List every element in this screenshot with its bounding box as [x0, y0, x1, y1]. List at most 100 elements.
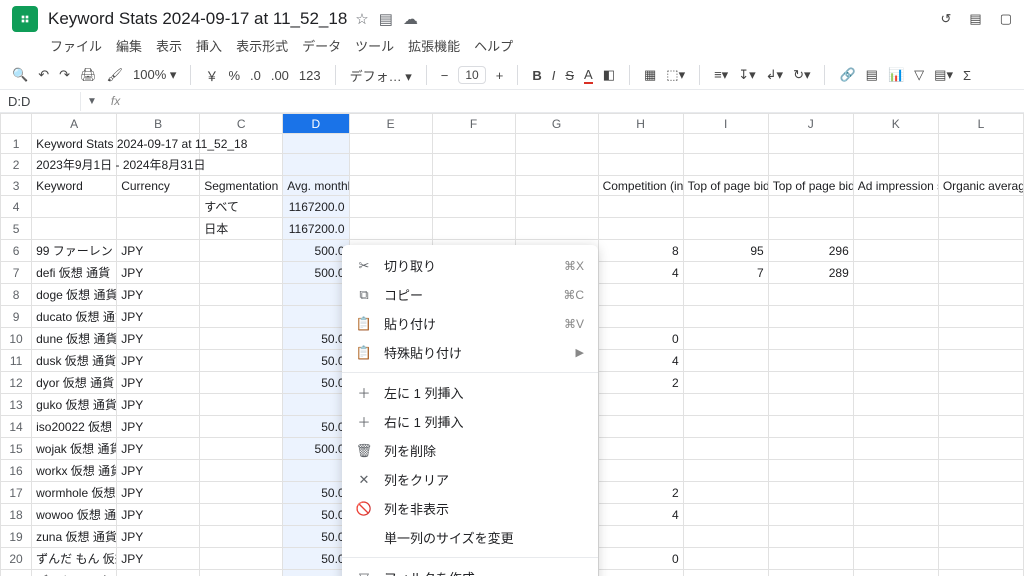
cell[interactable]	[853, 504, 938, 526]
cell[interactable]: JPY	[117, 350, 200, 372]
cell[interactable]: 50.0	[283, 526, 349, 548]
row-header[interactable]: 17	[1, 482, 32, 504]
menu-extensions[interactable]: 拡張機能	[408, 36, 460, 55]
cell[interactable]	[432, 218, 515, 240]
cm-resize-column[interactable]: 単一列のサイズを変更	[342, 523, 598, 552]
cell[interactable]: JPY	[117, 570, 200, 576]
cell[interactable]: Ad impression sh	[853, 176, 938, 196]
row-header[interactable]: 15	[1, 438, 32, 460]
cell[interactable]	[938, 154, 1023, 176]
fill-color-button[interactable]: ◧	[603, 67, 615, 83]
cell[interactable]: dune 仮想 通貨	[32, 328, 117, 350]
cell[interactable]	[768, 154, 853, 176]
cm-insert-right[interactable]: ＋右に 1 列挿入	[342, 407, 598, 436]
cell[interactable]	[349, 218, 432, 240]
cell[interactable]	[32, 196, 117, 218]
row-header[interactable]: 1	[1, 134, 32, 154]
cell[interactable]	[349, 176, 432, 196]
cell[interactable]	[853, 328, 938, 350]
cell[interactable]	[515, 134, 598, 154]
cell[interactable]	[938, 284, 1023, 306]
row-header[interactable]: 13	[1, 394, 32, 416]
cell[interactable]	[768, 416, 853, 438]
column-header-C[interactable]: C	[200, 114, 283, 134]
cell[interactable]	[200, 328, 283, 350]
cell[interactable]	[349, 154, 432, 176]
cell[interactable]	[200, 284, 283, 306]
cell[interactable]	[853, 134, 938, 154]
cell[interactable]: 4	[598, 350, 683, 372]
cell[interactable]	[768, 504, 853, 526]
borders-button[interactable]: ▦	[644, 67, 656, 83]
cell[interactable]: JPY	[117, 328, 200, 350]
cell[interactable]	[853, 460, 938, 482]
cell[interactable]	[598, 394, 683, 416]
decrease-font-button[interactable]: −	[441, 68, 449, 83]
cell[interactable]	[938, 350, 1023, 372]
cell[interactable]	[683, 218, 768, 240]
cell[interactable]	[853, 350, 938, 372]
cell[interactable]: 50.0	[283, 416, 349, 438]
cell[interactable]: 50.0	[283, 372, 349, 394]
cell[interactable]: 2023年9月1日 - 2024年8月31日	[32, 154, 117, 176]
cell[interactable]	[200, 154, 283, 176]
row-header[interactable]: 4	[1, 196, 32, 218]
cell[interactable]	[683, 394, 768, 416]
cell[interactable]	[200, 438, 283, 460]
cell[interactable]: ずんだ もん 仮想	[32, 548, 117, 570]
cell[interactable]: 95	[683, 240, 768, 262]
cm-cut[interactable]: ✂切り取り⌘X	[342, 251, 598, 280]
cell[interactable]	[853, 570, 938, 576]
cell[interactable]	[598, 284, 683, 306]
cell[interactable]	[432, 154, 515, 176]
cell[interactable]	[938, 570, 1023, 576]
cell[interactable]	[853, 548, 938, 570]
cell[interactable]	[283, 394, 349, 416]
cell[interactable]: 50.0	[283, 350, 349, 372]
cell[interactable]: ducato 仮想 通貨	[32, 306, 117, 328]
cell[interactable]: Currency	[117, 176, 200, 196]
cell[interactable]	[853, 416, 938, 438]
text-color-button[interactable]: A	[584, 67, 593, 84]
cell[interactable]	[853, 306, 938, 328]
cell[interactable]	[938, 482, 1023, 504]
cell[interactable]	[683, 306, 768, 328]
cell[interactable]	[683, 328, 768, 350]
cell[interactable]	[768, 526, 853, 548]
cell[interactable]	[683, 526, 768, 548]
cell[interactable]: 4	[598, 262, 683, 284]
cell[interactable]	[200, 548, 283, 570]
print-icon[interactable]: 🖨	[80, 67, 97, 83]
cell[interactable]	[938, 328, 1023, 350]
move-icon[interactable]: ▤	[379, 10, 393, 28]
row-header[interactable]: 9	[1, 306, 32, 328]
cm-insert-left[interactable]: ＋左に 1 列挿入	[342, 378, 598, 407]
cell[interactable]: JPY	[117, 372, 200, 394]
cell[interactable]	[200, 306, 283, 328]
row-header[interactable]: 14	[1, 416, 32, 438]
cell[interactable]: すべて	[200, 196, 283, 218]
cell[interactable]	[200, 460, 283, 482]
row-header[interactable]: 10	[1, 328, 32, 350]
cell[interactable]	[683, 284, 768, 306]
cell[interactable]: workx 仮想 通貨	[32, 460, 117, 482]
cell[interactable]	[938, 526, 1023, 548]
cell[interactable]	[938, 372, 1023, 394]
cell[interactable]	[432, 176, 515, 196]
cell[interactable]: JPY	[117, 240, 200, 262]
cell[interactable]	[768, 306, 853, 328]
cell[interactable]	[853, 284, 938, 306]
cell[interactable]	[683, 438, 768, 460]
cell[interactable]: 500.0	[283, 438, 349, 460]
column-header-H[interactable]: H	[598, 114, 683, 134]
cell[interactable]	[768, 350, 853, 372]
cell[interactable]: 0	[598, 548, 683, 570]
menu-format[interactable]: 表示形式	[236, 36, 288, 55]
cell[interactable]	[683, 372, 768, 394]
cell[interactable]	[768, 284, 853, 306]
column-header-E[interactable]: E	[349, 114, 432, 134]
cell[interactable]	[683, 548, 768, 570]
menu-tools[interactable]: ツール	[355, 36, 394, 55]
functions-button[interactable]: Σ	[963, 68, 971, 83]
row-header[interactable]: 3	[1, 176, 32, 196]
